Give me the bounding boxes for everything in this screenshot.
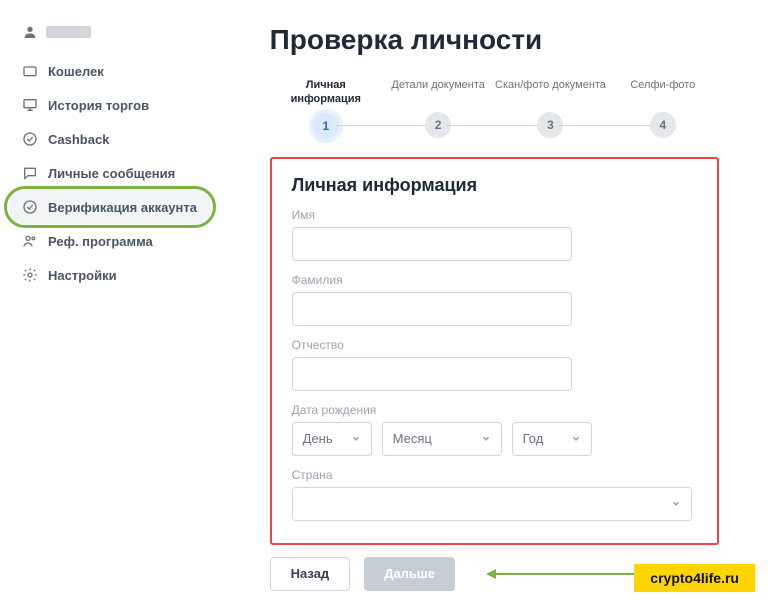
sidebar-item-label: Cashback	[48, 132, 109, 147]
year-select[interactable]: Год	[512, 422, 592, 456]
step-circle: 4	[650, 112, 676, 138]
chevron-down-icon	[481, 434, 491, 444]
step-label: Селфи-фото	[630, 78, 695, 106]
sidebar-item-label: Верификация аккаунта	[48, 200, 197, 215]
sidebar-item-wallet[interactable]: Кошелек	[10, 54, 210, 88]
chevron-down-icon	[671, 499, 681, 509]
label-middle-name: Отчество	[292, 338, 697, 352]
check-circle-icon	[22, 199, 38, 215]
page-title: Проверка личности	[270, 24, 719, 56]
field-country: Страна	[292, 468, 697, 521]
form-title: Личная информация	[292, 175, 697, 196]
last-name-input[interactable]	[292, 292, 572, 326]
field-last-name: Фамилия	[292, 273, 697, 326]
label-last-name: Фамилия	[292, 273, 697, 287]
gear-icon	[22, 267, 38, 283]
step-1: Личная информация 1	[270, 78, 382, 139]
main-content: Проверка личности Личная информация 1 Де…	[220, 0, 779, 600]
sidebar-item-label: Реф. программа	[48, 234, 153, 249]
sidebar-item-messages[interactable]: Личные сообщения	[10, 156, 210, 190]
wallet-icon	[22, 63, 38, 79]
sidebar-item-settings[interactable]: Настройки	[10, 258, 210, 292]
field-dob: Дата рождения День Месяц Год	[292, 403, 697, 456]
field-first-name: Имя	[292, 208, 697, 261]
step-label: Детали документа	[391, 78, 485, 106]
back-button[interactable]: Назад	[270, 557, 351, 591]
username-placeholder	[46, 26, 91, 38]
sidebar-item-verification[interactable]: Верификация аккаунта	[10, 190, 210, 224]
user-icon	[22, 24, 38, 40]
watermark: crypto4life.ru	[634, 564, 755, 592]
sidebar-item-label: Настройки	[48, 268, 117, 283]
cashback-icon	[22, 131, 38, 147]
next-button[interactable]: Дальше	[364, 557, 455, 591]
step-label: Личная информация	[270, 78, 382, 107]
message-icon	[22, 165, 38, 181]
form-personal-info: Личная информация Имя Фамилия Отчество Д…	[270, 157, 719, 545]
monitor-icon	[22, 97, 38, 113]
users-icon	[22, 233, 38, 249]
first-name-input[interactable]	[292, 227, 572, 261]
sidebar-item-referral[interactable]: Реф. программа	[10, 224, 210, 258]
day-select[interactable]: День	[292, 422, 372, 456]
label-country: Страна	[292, 468, 697, 482]
step-2: Детали документа 2	[382, 78, 494, 138]
user-profile[interactable]	[10, 20, 210, 54]
step-label: Скан/фото документа	[495, 78, 606, 106]
sidebar-item-label: История торгов	[48, 98, 149, 113]
sidebar-item-history[interactable]: История торгов	[10, 88, 210, 122]
month-select[interactable]: Месяц	[382, 422, 502, 456]
country-select[interactable]	[292, 487, 692, 521]
chevron-down-icon	[571, 434, 581, 444]
sidebar-item-cashback[interactable]: Cashback	[10, 122, 210, 156]
step-3: Скан/фото документа 3	[494, 78, 606, 138]
sidebar: Кошелек История торгов Cashback Личные с…	[0, 0, 220, 600]
label-first-name: Имя	[292, 208, 697, 222]
sidebar-item-label: Кошелек	[48, 64, 104, 79]
step-4: Селфи-фото 4	[607, 78, 719, 138]
middle-name-input[interactable]	[292, 357, 572, 391]
chevron-down-icon	[351, 434, 361, 444]
field-middle-name: Отчество	[292, 338, 697, 391]
label-dob: Дата рождения	[292, 403, 697, 417]
sidebar-item-label: Личные сообщения	[48, 166, 175, 181]
stepper: Личная информация 1 Детали документа 2 С…	[270, 78, 719, 139]
